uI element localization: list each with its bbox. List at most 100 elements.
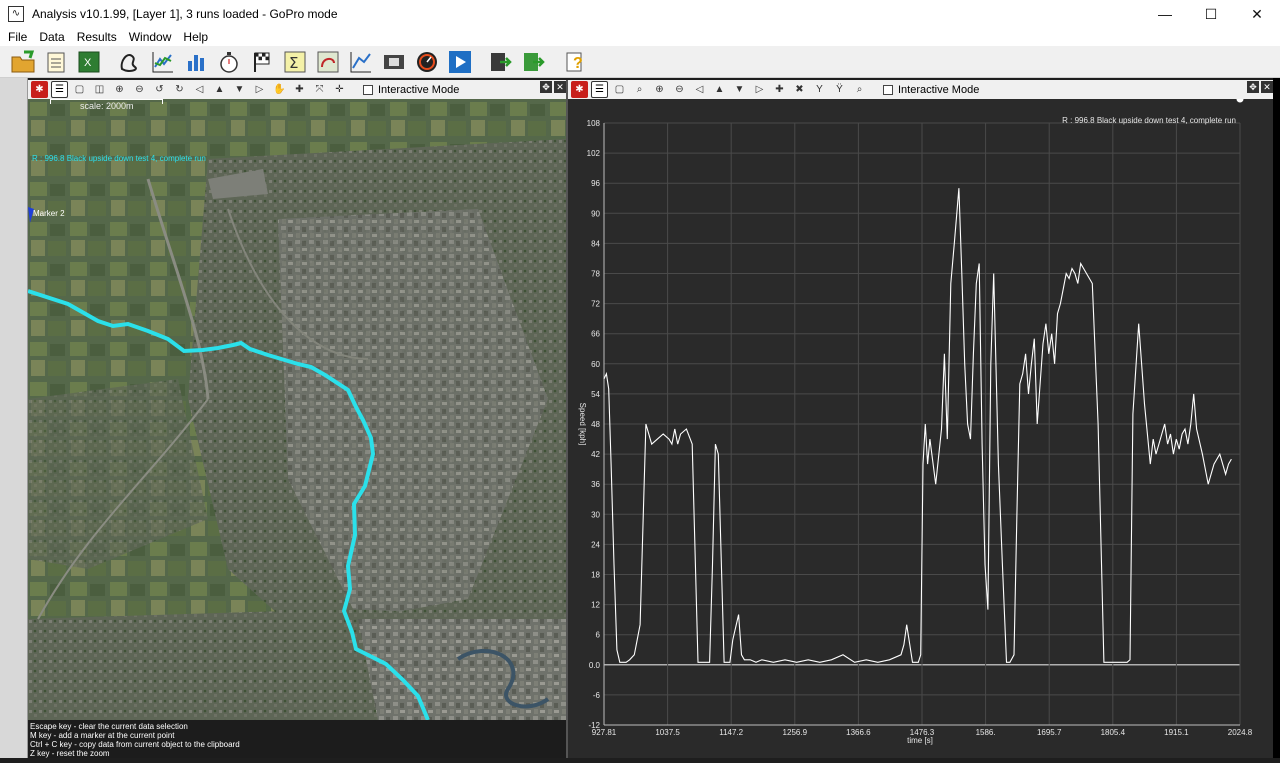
marker-up-icon[interactable]: ▲ bbox=[211, 81, 228, 98]
properties-icon[interactable]: ☰ bbox=[591, 81, 608, 98]
interactive-mode-checkbox[interactable]: Interactive Mode bbox=[363, 84, 459, 96]
chart-panel-window-controls: ✥ ✕ bbox=[1245, 81, 1273, 93]
svg-text:?: ? bbox=[573, 55, 583, 72]
svg-text:X: X bbox=[84, 57, 92, 69]
add-point-icon[interactable]: ✚ bbox=[291, 81, 308, 98]
cursor-point bbox=[1236, 95, 1244, 103]
y-tick-label: 102 bbox=[587, 149, 601, 158]
delete-icon[interactable]: ✱ bbox=[571, 81, 588, 98]
minimize-button[interactable]: — bbox=[1142, 0, 1188, 28]
maximize-button[interactable]: ☐ bbox=[1188, 0, 1234, 28]
maximize-panel-icon[interactable]: ✥ bbox=[540, 81, 552, 93]
menu-help[interactable]: Help bbox=[183, 30, 208, 44]
line-chart-icon[interactable] bbox=[148, 48, 178, 76]
zoom-out-icon[interactable]: ⊖ bbox=[671, 81, 688, 98]
window-title: Analysis v10.1.99, [Layer 1], 3 runs loa… bbox=[32, 7, 338, 21]
menu-file[interactable]: File bbox=[8, 30, 27, 44]
marker-down-icon[interactable]: ▼ bbox=[231, 81, 248, 98]
close-panel-icon[interactable]: ✕ bbox=[554, 81, 566, 93]
sigma-icon[interactable]: Σ bbox=[280, 48, 310, 76]
link-points-icon[interactable]: ⤧ bbox=[311, 81, 328, 98]
y-axis-icon[interactable]: Y bbox=[811, 81, 828, 98]
marker-down-icon[interactable]: ▼ bbox=[731, 81, 748, 98]
export-icon[interactable] bbox=[486, 48, 516, 76]
help-icon[interactable]: ? bbox=[560, 48, 590, 76]
y-tick-label: 78 bbox=[591, 270, 600, 279]
x-tick-label: 1695.7 bbox=[1037, 728, 1062, 737]
spreadsheet-icon[interactable]: X bbox=[74, 48, 104, 76]
rotate-left-icon[interactable]: ↺ bbox=[151, 81, 168, 98]
menu-data[interactable]: Data bbox=[39, 30, 64, 44]
interactive-mode-label: Interactive Mode bbox=[378, 83, 460, 96]
step-back-icon[interactable]: ◁ bbox=[691, 81, 708, 98]
export-table-icon[interactable] bbox=[519, 48, 549, 76]
search-icon[interactable]: ⌕ bbox=[851, 81, 868, 98]
x-tick-label: 927.81 bbox=[592, 728, 617, 737]
y-tick-label: 48 bbox=[591, 420, 600, 429]
y-tick-label: 0.0 bbox=[589, 661, 601, 670]
interactive-mode-label: Interactive Mode bbox=[898, 83, 980, 96]
add-marker-icon[interactable]: ✛ bbox=[331, 81, 348, 98]
notepad-icon[interactable] bbox=[41, 48, 71, 76]
properties-icon[interactable]: ☰ bbox=[51, 81, 68, 98]
y-tick-label: 90 bbox=[591, 209, 600, 218]
play-icon[interactable] bbox=[445, 48, 475, 76]
speed-series-line bbox=[603, 188, 1232, 663]
add-cursor-icon[interactable]: ✚ bbox=[771, 81, 788, 98]
toolbar-separator bbox=[478, 49, 486, 75]
zoom-fit-icon[interactable]: ◫ bbox=[91, 81, 108, 98]
checkbox-box[interactable] bbox=[363, 84, 373, 95]
satellite-map[interactable]: scale: 2000m R : 996.8 Black upside down… bbox=[28, 99, 566, 720]
stopwatch-icon[interactable] bbox=[214, 48, 244, 76]
gauge-icon[interactable] bbox=[412, 48, 442, 76]
close-panel-icon[interactable]: ✕ bbox=[1261, 81, 1273, 93]
chart-panel-toolbar: ✱ ☰ ▢ ⌕ ⊕ ⊖ ◁ ▲ ▼ ▷ ✚ ✖ Y Ÿ ⌕ Interactiv… bbox=[568, 80, 1273, 99]
checkered-flag-icon[interactable] bbox=[247, 48, 277, 76]
step-forward-icon[interactable]: ▷ bbox=[251, 81, 268, 98]
x-tick-label: 1037.5 bbox=[655, 728, 680, 737]
y-tick-label: 60 bbox=[591, 360, 600, 369]
step-back-icon[interactable]: ◁ bbox=[191, 81, 208, 98]
speed-chart[interactable]: 108 102 96 90 84 78 72 66 60 54 48 42 36 30 24 18 12 6 0.0… bbox=[568, 95, 1273, 758]
x-tick-label: 1366.6 bbox=[846, 728, 871, 737]
track-grid-icon[interactable] bbox=[313, 48, 343, 76]
interactive-mode-checkbox[interactable]: Interactive Mode bbox=[883, 84, 979, 96]
film-icon[interactable] bbox=[379, 48, 409, 76]
maximize-panel-icon[interactable]: ✥ bbox=[1247, 81, 1259, 93]
hint-line: M key - add a marker at the current poin… bbox=[30, 731, 175, 740]
toolbar-separator bbox=[107, 49, 115, 75]
zoom-select-icon[interactable]: ⌕ bbox=[631, 81, 648, 98]
close-button[interactable]: ✕ bbox=[1234, 0, 1280, 28]
xy-plot-icon[interactable] bbox=[346, 48, 376, 76]
zoom-out-icon[interactable]: ⊖ bbox=[131, 81, 148, 98]
x-tick-label: 1586. bbox=[976, 728, 996, 737]
bar-chart-icon[interactable] bbox=[181, 48, 211, 76]
checkbox-box[interactable] bbox=[883, 84, 893, 95]
y-tick-label: 54 bbox=[591, 390, 600, 399]
step-forward-icon[interactable]: ▷ bbox=[751, 81, 768, 98]
delete-icon[interactable]: ✱ bbox=[31, 81, 48, 98]
hint-line: Ctrl + C key - copy data from current ob… bbox=[30, 740, 240, 749]
zoom-box-icon[interactable]: ▢ bbox=[611, 81, 628, 98]
open-folder-icon[interactable] bbox=[8, 48, 38, 76]
menu-bar: File Data Results Window Help bbox=[0, 28, 1280, 46]
zoom-in-icon[interactable]: ⊕ bbox=[111, 81, 128, 98]
track-outline-icon[interactable] bbox=[115, 48, 145, 76]
pan-hand-icon[interactable]: ✋ bbox=[271, 81, 288, 98]
menu-window[interactable]: Window bbox=[129, 30, 172, 44]
zoom-box-icon[interactable]: ▢ bbox=[71, 81, 88, 98]
marker-up-icon[interactable]: ▲ bbox=[711, 81, 728, 98]
window-controls: — ☐ ✕ bbox=[1142, 0, 1280, 28]
hint-line: Z key - reset the zoom bbox=[30, 749, 110, 758]
y-tick-label: 18 bbox=[591, 571, 600, 580]
rotate-right-icon[interactable]: ↻ bbox=[171, 81, 188, 98]
menu-results[interactable]: Results bbox=[77, 30, 117, 44]
remove-cursor-icon[interactable]: ✖ bbox=[791, 81, 808, 98]
x-tick-label: 1915.1 bbox=[1164, 728, 1189, 737]
main-toolbar: X Σ ? bbox=[0, 46, 1280, 78]
y-filter-icon[interactable]: Ÿ bbox=[831, 81, 848, 98]
zoom-in-icon[interactable]: ⊕ bbox=[651, 81, 668, 98]
x-tick-label: 2024.8 bbox=[1228, 728, 1253, 737]
y-tick-label: 84 bbox=[591, 239, 600, 248]
map-panel-window-controls: ✥ ✕ bbox=[538, 81, 566, 93]
